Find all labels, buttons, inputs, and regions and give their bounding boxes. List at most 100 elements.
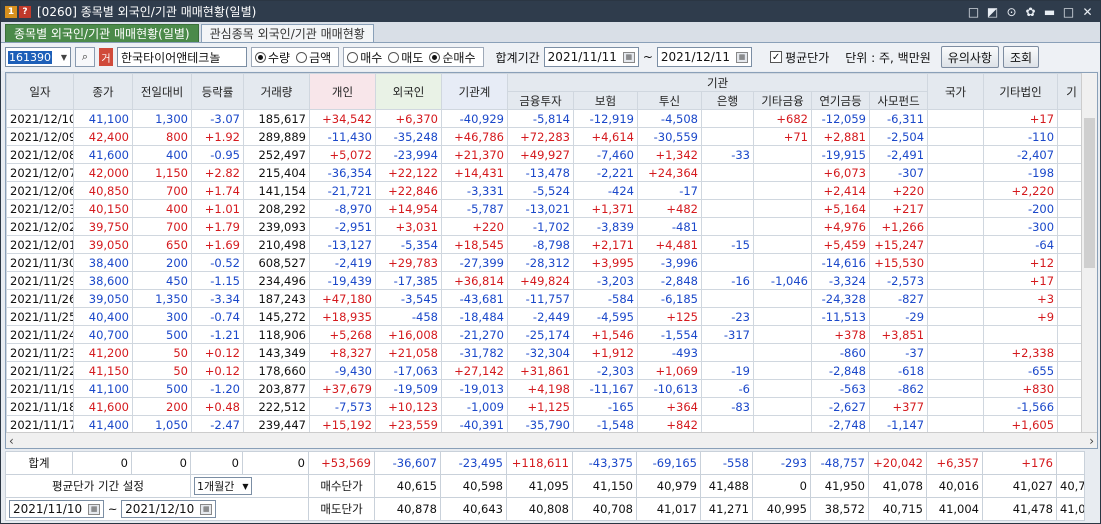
institution-group-header: 기관 [506,73,929,92]
stock-code-input[interactable]: 161390 ▼ [5,47,71,67]
vertical-scrollbar[interactable] [1081,73,1097,433]
radio-amount[interactable]: 금액 [296,49,331,66]
table-row[interactable]: 2021/12/03 40,150 400 +1.01 208,292 -8,970 +14… [6,199,1087,218]
table-row[interactable]: 2021/11/17 41,400 1,050 -2.47 239,447 +15,192… [6,415,1087,434]
table-cell: -2,449 [507,307,574,326]
col-change[interactable]: 전일대비 [132,73,192,110]
col-change-rate[interactable]: 등락률 [191,73,244,110]
avg-to-date[interactable]: 2021/12/10 ▦ [121,500,217,518]
col-other-corp[interactable]: 기타법인 [983,73,1059,110]
table-cell: -6,185 [637,289,702,308]
total-cell [1056,451,1085,475]
table-cell: +21,370 [441,145,508,164]
table-cell: -4,595 [573,307,638,326]
table-cell: -17,385 [375,271,442,290]
scroll-left-icon[interactable]: ‹ [9,434,14,448]
from-date-input[interactable]: 2021/11/11 ▦ [543,47,639,67]
table-row[interactable]: 2021/11/19 41,100 500 -1.20 203,877 +37,679 -1… [6,379,1087,398]
table-cell: -32,304 [507,343,574,362]
minimize-icon[interactable]: ▬ [1041,3,1058,20]
table-row[interactable]: 2021/11/18 41,600 200 +0.48 222,512 -7,573 +10… [6,397,1087,416]
table-row[interactable]: 2021/12/10 41,100 1,300 -3.07 185,617 +34,542… [6,109,1087,128]
col-foreign[interactable]: 외국인 [375,73,442,110]
help-icon[interactable]: ? [19,5,31,18]
table-cell: -19,915 [811,145,870,164]
avg-period-select[interactable]: 1개월간 ▼ [194,477,252,495]
capture-icon[interactable]: ⊙ [1003,3,1020,20]
col-bank[interactable]: 은행 [701,91,754,110]
table-cell [701,253,754,272]
table-cell: -860 [811,343,870,362]
avg-from-date[interactable]: 2021/11/10 ▦ [9,500,105,518]
table-row[interactable]: 2021/12/09 42,400 800 +1.92 289,889 -11,430 -3… [6,127,1087,146]
radio-dot [429,51,441,63]
close-icon[interactable]: ✕ [1079,3,1096,20]
notice-button[interactable]: 유의사항 [940,46,999,68]
col-date[interactable]: 일자 [6,73,74,110]
col-volume[interactable]: 거래량 [243,73,310,110]
layout-icon[interactable]: ◩ [984,3,1001,20]
from-date-value: 2021/11/11 [547,50,617,64]
scroll-thumb[interactable] [1084,118,1095,268]
table-row[interactable]: 2021/11/23 41,200 50 +0.12 143,349 +8,327 +21,… [6,343,1087,362]
col-other-finance[interactable]: 기타금융 [753,91,812,110]
col-investment-trust[interactable]: 투신 [637,91,702,110]
table-cell: -7,460 [573,145,638,164]
table-cell [927,325,985,344]
table-cell: 2021/11/30 [6,253,74,272]
col-pension[interactable]: 연기금등 [811,91,870,110]
calendar-icon[interactable]: ▦ [622,51,635,63]
radio-buy[interactable]: 매수 [347,49,382,66]
table-row[interactable]: 2021/11/25 40,400 300 -0.74 145,272 +18,935 -4… [6,307,1087,326]
table-row[interactable]: 2021/11/30 38,400 200 -0.52 608,527 -2,419 +29… [6,253,1087,272]
sell-price-cell: 40,808 [506,497,573,521]
col-insurance[interactable]: 보험 [573,91,638,110]
query-button[interactable]: 조회 [1002,46,1040,68]
radio-quantity[interactable]: 수량 [255,49,290,66]
table-row[interactable]: 2021/11/29 38,600 450 -1.15 234,496 -19,439 -1… [6,271,1087,290]
buy-price-cell: 41,078 [868,474,927,498]
col-private-equity[interactable]: 사모펀드 [868,91,929,110]
table-row[interactable]: 2021/11/24 40,700 500 -1.21 118,906 +5,268 +16… [6,325,1087,344]
tab-daily-by-stock[interactable]: 종목별 외국인/기관 매매현황(일별) [5,24,199,42]
calendar-icon[interactable]: ▦ [736,51,749,63]
table-row[interactable]: 2021/12/07 42,000 1,150 +2.82 215,404 -36,354… [6,163,1087,182]
table-row[interactable]: 2021/12/06 40,850 700 +1.74 141,154 -21,721 +2… [6,181,1087,200]
table-row[interactable]: 2021/12/02 39,750 700 +1.79 239,093 -2,951 +3,… [6,217,1087,236]
search-icon[interactable]: ⌕ [75,47,95,67]
table-cell: 289,889 [243,127,310,146]
avg-price-checkbox[interactable]: ✓ 평균단가 [770,49,829,66]
table-cell [753,307,812,326]
col-financial-investment[interactable]: 금융투자 [507,91,574,110]
to-date-input[interactable]: 2021/12/11 ▦ [656,47,753,67]
scroll-right-icon[interactable]: › [1089,434,1094,448]
radio-net-buy[interactable]: 순매수 [429,49,476,66]
table-cell: -317 [701,325,754,344]
tab-watchlist[interactable]: 관심종목 외국인/기관 매매현황 [200,24,374,42]
calendar-icon[interactable]: ▦ [88,503,101,515]
table-row[interactable]: 2021/11/22 41,150 50 +0.12 178,660 -9,430 -17,… [6,361,1087,380]
table-cell: -31,782 [441,343,508,362]
calendar-icon[interactable]: ▦ [200,503,213,515]
table-row[interactable]: 2021/12/01 39,050 650 +1.69 210,498 -13,127 -5… [6,235,1087,254]
table-cell: 2021/12/09 [6,127,74,146]
table-row[interactable]: 2021/12/08 41,600 400 -0.95 252,497 +5,072 -23… [6,145,1087,164]
table-cell: 40,700 [73,325,133,344]
table-row[interactable]: 2021/11/26 39,050 1,350 -3.34 187,243 +47,180… [6,289,1087,308]
radio-sell[interactable]: 매도 [388,49,423,66]
table-cell [753,181,812,200]
col-institution-total[interactable]: 기관계 [441,73,508,110]
chevron-down-icon[interactable]: ▼ [58,53,70,62]
table-cell: 210,498 [243,235,310,254]
col-individual[interactable]: 개인 [309,73,376,110]
settings-icon[interactable]: ✿ [1022,3,1039,20]
maximize-icon[interactable]: □ [1060,3,1077,20]
col-close[interactable]: 종가 [73,73,133,110]
table-cell: +378 [811,325,870,344]
link-icon[interactable]: □ [965,3,982,20]
horizontal-scrollbar[interactable]: ‹ › [6,432,1097,448]
col-government[interactable]: 국가 [927,73,985,110]
buy-price-cell: 40,979 [636,474,701,498]
table-cell: +2,220 [983,181,1059,200]
table-cell: 41,150 [73,361,133,380]
